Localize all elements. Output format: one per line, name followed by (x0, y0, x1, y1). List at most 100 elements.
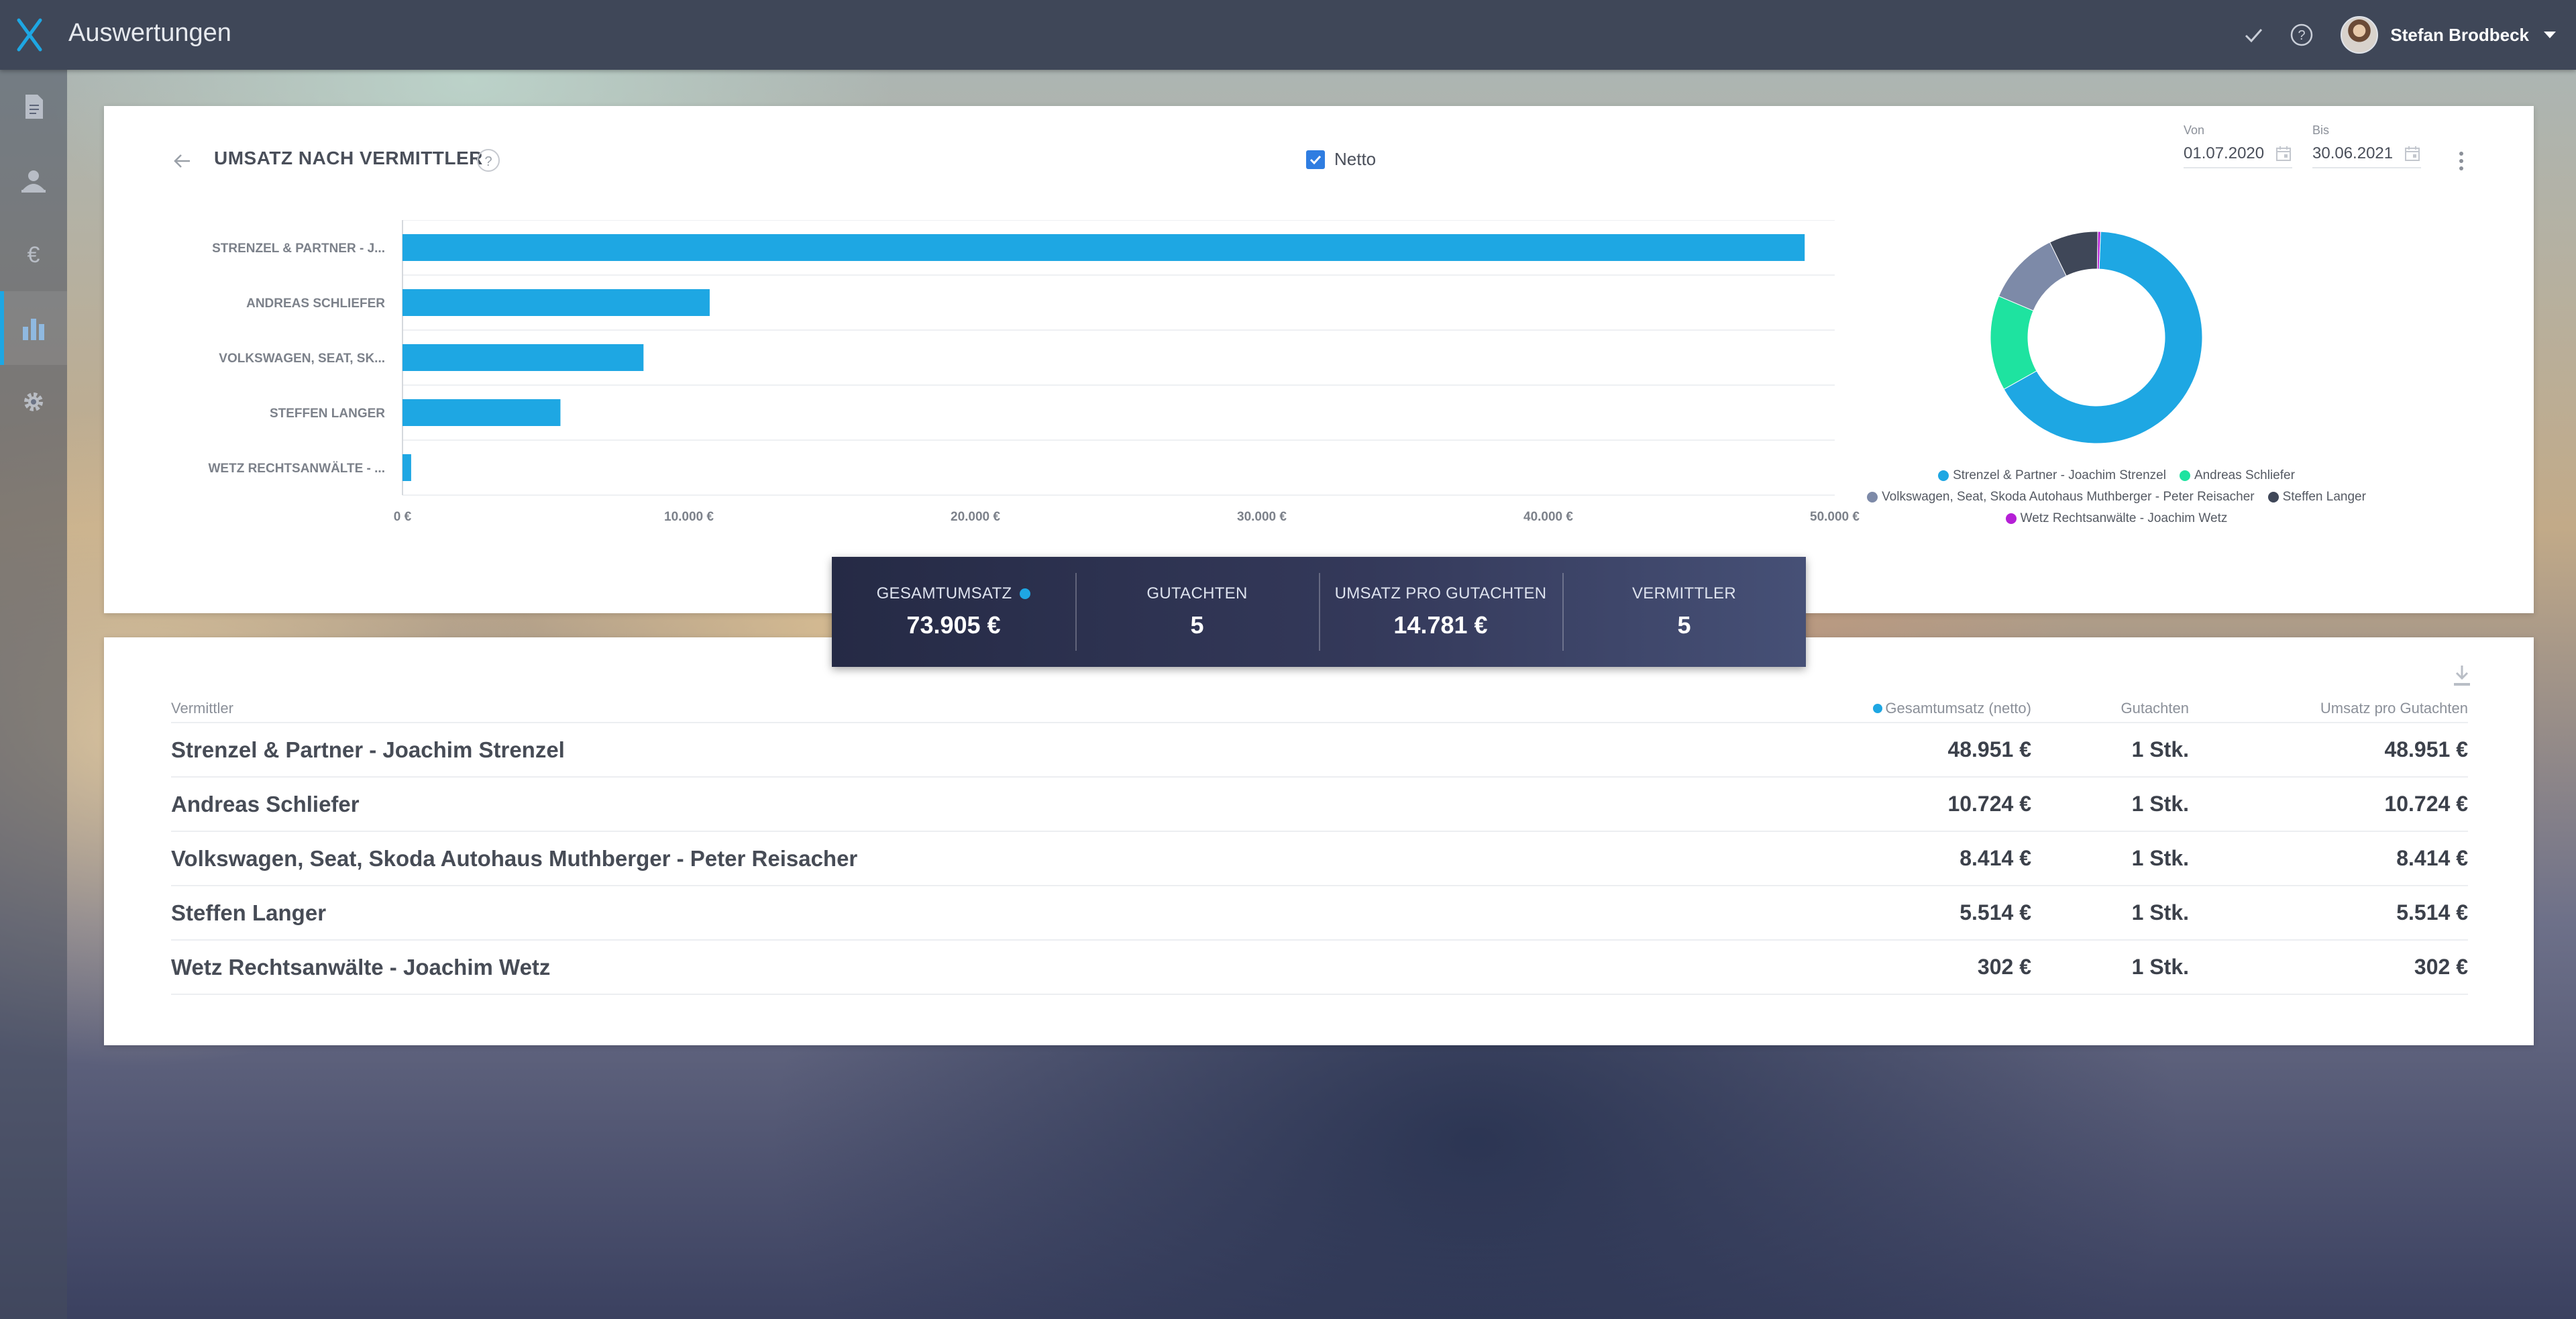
von-date-field[interactable]: 01.07.2020 (2184, 144, 2293, 168)
calendar-icon[interactable] (2275, 145, 2292, 162)
donut-chart (1990, 231, 2203, 444)
legend-item[interactable]: Andreas Schliefer (2179, 468, 2295, 483)
bar[interactable] (402, 399, 561, 426)
table-row[interactable]: Volkswagen, Seat, Skoda Autohaus Muthber… (171, 832, 2468, 886)
category-label: WETZ RECHTSANWÄLTE - ... (208, 462, 385, 476)
user-card-icon (21, 170, 46, 193)
svg-text:€: € (28, 242, 40, 268)
category-label: VOLKSWAGEN, SEAT, SK... (219, 352, 385, 366)
gear-icon (24, 392, 43, 411)
von-date-value[interactable]: 01.07.2020 (2184, 144, 2264, 163)
bis-date-field[interactable]: 30.06.2021 (2312, 144, 2422, 168)
netto-label: Netto (1334, 149, 1377, 169)
sidebar-item-documents[interactable] (0, 70, 67, 144)
chart-card: UMSATZ NACH VERMITTLER ? Netto Von 01.07… (104, 106, 2534, 613)
chevron-down-icon[interactable] (2544, 32, 2556, 38)
legend-item[interactable]: Volkswagen, Seat, Skoda Autohaus Muthber… (1867, 490, 2255, 505)
document-icon (25, 95, 43, 119)
sidebar-item-statistics[interactable] (0, 291, 67, 365)
vermittler-name: Volkswagen, Seat, Skoda Autohaus Muthber… (171, 845, 858, 871)
svg-text:?: ? (2298, 28, 2306, 43)
bis-date-value[interactable]: 30.06.2021 (2312, 144, 2393, 163)
sidebar-item-contacts[interactable] (0, 144, 67, 217)
netto-checkbox[interactable] (1306, 150, 1325, 169)
gesamtumsatz-value: 8.414 € (1960, 846, 2031, 870)
legend-label: Andreas Schliefer (2194, 468, 2295, 482)
table-header: Vermittler Gesamtumsatz (netto) Gutachte… (171, 695, 2468, 723)
sidebar-item-finance[interactable]: € (0, 217, 67, 291)
gesamtumsatz-value: 10.724 € (1947, 792, 2031, 816)
column-header-vermittler[interactable]: Vermittler (171, 700, 1781, 717)
legend-row: Volkswagen, Seat, Skoda Autohaus Muthber… (1821, 490, 2412, 505)
legend-item[interactable]: Steffen Langer (2267, 490, 2366, 505)
bar[interactable] (402, 289, 710, 316)
x-tick-label: 20.000 € (951, 510, 1000, 524)
gutachten-value: 1 Stk. (2131, 737, 2189, 761)
category-label: STRENZEL & PARTNER - J... (212, 242, 385, 256)
column-header-umsatz-pro-gutachten[interactable]: Umsatz pro Gutachten (2189, 700, 2468, 717)
x-tick-label: 10.000 € (664, 510, 714, 524)
kpi-umsatz-pro-gutachten: UMSATZ PRO GUTACHTEN 14.781 € (1319, 557, 1562, 667)
umsatz-pro-gutachten-value: 5.514 € (2396, 900, 2468, 925)
legend-item[interactable]: Wetz Rechtsanwälte - Joachim Wetz (2005, 511, 2228, 526)
kpi-label: UMSATZ PRO GUTACHTEN (1334, 584, 1547, 602)
summary-bar: GESAMTUMSATZ 73.905 € GUTACHTEN 5 UMSATZ… (832, 557, 1806, 667)
umsatz-pro-gutachten-value: 302 € (2414, 955, 2468, 979)
app-logo[interactable] (16, 17, 43, 52)
vermittler-name: Steffen Langer (171, 900, 327, 925)
bar[interactable] (402, 344, 644, 371)
kpi-label: GESAMTUMSATZ (876, 584, 1012, 602)
table-row[interactable]: Steffen Langer 5.514 € 1 Stk. 5.514 € (171, 886, 2468, 941)
column-header-gutachten[interactable]: Gutachten (2031, 700, 2189, 717)
gutachten-value: 1 Stk. (2131, 900, 2189, 925)
table-row[interactable]: Wetz Rechtsanwälte - Joachim Wetz 302 € … (171, 941, 2468, 995)
legend-dot-icon (2267, 492, 2279, 503)
download-icon[interactable] (2452, 664, 2472, 687)
check-icon (1309, 155, 1322, 164)
user-avatar[interactable] (2341, 16, 2379, 54)
gesamtumsatz-value: 48.951 € (1947, 737, 2031, 761)
legend-dot-icon (1867, 492, 1878, 503)
von-label: Von (2184, 123, 2205, 137)
von-date: Von 01.07.2020 (2184, 123, 2293, 168)
legend-dot-icon (1938, 470, 1949, 481)
legend-row: Strenzel & Partner - Joachim Strenzel And… (1821, 468, 2412, 483)
more-menu-icon[interactable] (2455, 149, 2468, 173)
bar[interactable] (402, 454, 411, 481)
kpi-label: VERMITTLER (1631, 584, 1736, 602)
help-icon[interactable]: ? (2287, 20, 2316, 50)
legend-label: Wetz Rechtsanwälte - Joachim Wetz (2020, 511, 2228, 525)
x-tick-label: 0 € (394, 510, 412, 524)
calendar-icon[interactable] (2404, 145, 2421, 162)
check-icon[interactable] (2239, 20, 2268, 50)
vermittler-name: Wetz Rechtsanwälte - Joachim Wetz (171, 954, 551, 980)
bis-date: Bis 30.06.2021 (2312, 123, 2422, 168)
gutachten-value: 1 Stk. (2131, 955, 2189, 979)
legend-row: Wetz Rechtsanwälte - Joachim Wetz (1821, 511, 2412, 526)
help-button[interactable]: ? (477, 149, 500, 172)
user-name[interactable]: Stefan Brodbeck (2390, 25, 2529, 46)
sidebar-item-settings[interactable] (0, 365, 67, 439)
legend-label: Strenzel & Partner - Joachim Strenzel (1953, 468, 2166, 482)
bar[interactable] (402, 234, 1805, 261)
kpi-value: 5 (1190, 611, 1204, 639)
vermittler-table: Vermittler Gesamtumsatz (netto) Gutachte… (171, 695, 2468, 995)
sidebar: € (0, 70, 67, 1319)
table-row[interactable]: Andreas Schliefer 10.724 € 1 Stk. 10.724… (171, 778, 2468, 832)
table-row[interactable]: Strenzel & Partner - Joachim Strenzel 48… (171, 723, 2468, 778)
gutachten-value: 1 Stk. (2131, 846, 2189, 870)
back-arrow-icon[interactable] (170, 149, 194, 173)
x-tick-label: 40.000 € (1523, 510, 1573, 524)
bis-label: Bis (2312, 123, 2330, 137)
chart-title: UMSATZ NACH VERMITTLER (214, 148, 483, 168)
bar-chart-icon (23, 319, 44, 340)
legend-item[interactable]: Strenzel & Partner - Joachim Strenzel (1938, 468, 2166, 483)
kpi-label: GUTACHTEN (1146, 584, 1248, 602)
donut-legend: Strenzel & Partner - Joachim Strenzel And… (1821, 468, 2412, 533)
column-header-gesamtumsatz[interactable]: Gesamtumsatz (netto) (1781, 700, 2031, 717)
netto-toggle[interactable]: Netto (1306, 149, 1376, 170)
series-dot-icon (1873, 704, 1883, 713)
series-dot-icon (1020, 588, 1031, 599)
category-label: ANDREAS SCHLIEFER (246, 297, 385, 311)
vermittler-name: Andreas Schliefer (171, 791, 360, 816)
